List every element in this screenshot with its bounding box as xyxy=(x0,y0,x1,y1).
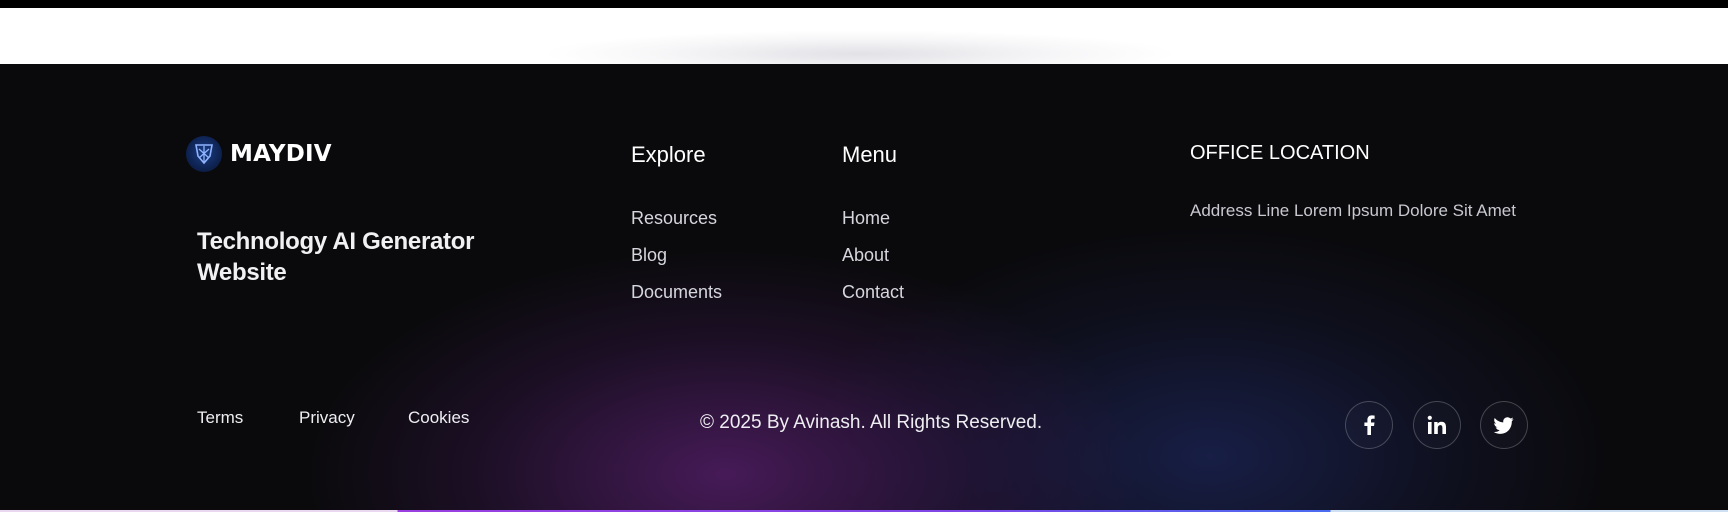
site-footer: MAYDIV Technology AI Generator Website E… xyxy=(0,64,1728,510)
cookies-link[interactable]: Cookies xyxy=(408,408,469,428)
menu-link-home[interactable]: Home xyxy=(842,206,904,243)
explore-links: Resources Blog Documents xyxy=(631,206,722,317)
linkedin-icon xyxy=(1427,415,1446,434)
blurred-content-fade xyxy=(540,30,1180,64)
brand-logo-icon xyxy=(186,136,222,172)
terms-link[interactable]: Terms xyxy=(197,408,243,428)
brand-name: MAYDIV xyxy=(230,141,332,167)
office-address: Address Line Lorem Ipsum Dolore Sit Amet xyxy=(1190,201,1516,220)
menu-links: Home About Contact xyxy=(842,206,904,317)
linkedin-button[interactable] xyxy=(1413,401,1461,449)
explore-link-documents[interactable]: Documents xyxy=(631,280,722,317)
page-content-edge xyxy=(0,8,1728,64)
menu-link-contact[interactable]: Contact xyxy=(842,280,904,317)
copyright-text: © 2025 By Avinash. All Rights Reserved. xyxy=(700,412,1043,433)
explore-link-blog[interactable]: Blog xyxy=(631,243,722,280)
top-edge-strip xyxy=(0,0,1728,8)
facebook-icon xyxy=(1364,415,1375,435)
brand-logo[interactable]: MAYDIV xyxy=(186,136,332,172)
privacy-link[interactable]: Privacy xyxy=(299,408,355,428)
office-location-heading: OFFICE LOCATION xyxy=(1190,142,1370,164)
brand-tagline: Technology AI Generator Website xyxy=(197,228,475,286)
facebook-button[interactable] xyxy=(1345,401,1393,449)
menu-heading: Menu xyxy=(842,142,898,167)
explore-heading: Explore xyxy=(631,142,706,167)
twitter-button[interactable] xyxy=(1480,401,1528,449)
twitter-icon xyxy=(1494,416,1514,434)
menu-link-about[interactable]: About xyxy=(842,243,904,280)
explore-link-resources[interactable]: Resources xyxy=(631,206,722,243)
